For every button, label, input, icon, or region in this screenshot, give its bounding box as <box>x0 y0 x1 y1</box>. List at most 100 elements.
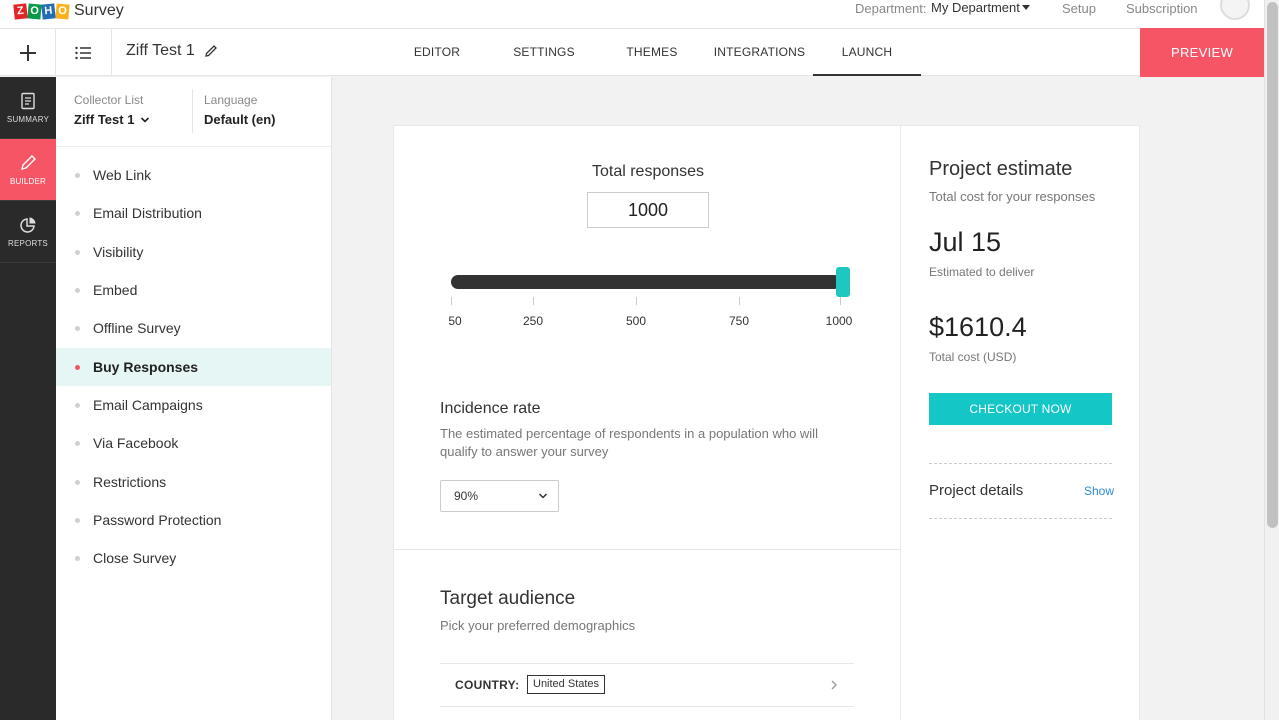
department-label: Department: <box>855 1 927 16</box>
rail-summary-label: SUMMARY <box>6 114 50 124</box>
collector-list-dropdown[interactable]: Ziff Test 1 <box>74 112 134 127</box>
collector-list-label: Collector List <box>74 93 144 107</box>
edit-title-pencil-icon[interactable] <box>204 44 218 58</box>
target-audience-title: Target audience <box>440 588 576 609</box>
side-item-label: Buy Responses <box>93 359 199 375</box>
rail-reports-label: REPORTS <box>8 238 48 248</box>
total-responses-input[interactable]: 1000 <box>587 192 709 228</box>
side-item-label: Via Facebook <box>93 435 179 451</box>
bullet-icon <box>75 479 80 485</box>
country-label: COUNTRY: <box>455 678 520 692</box>
side-item-label: Close Survey <box>93 550 177 566</box>
setup-link[interactable]: Setup <box>1062 1 1096 16</box>
survey-title: Ziff Test 1 <box>126 42 195 59</box>
product-name: Survey <box>74 2 124 19</box>
delivery-date-label: Estimated to deliver <box>929 265 1035 279</box>
side-item-via-facebook[interactable]: Via Facebook <box>56 424 331 462</box>
divider <box>929 518 1112 519</box>
rail-builder-label: BUILDER <box>9 176 47 186</box>
zoho-logo: Z O H O <box>13 2 70 20</box>
incidence-rate-select[interactable]: 90% <box>440 480 559 512</box>
side-item-label: Web Link <box>93 167 152 183</box>
language-label: Language <box>204 93 258 107</box>
side-item-label: Visibility <box>93 244 144 260</box>
logo-letter: H <box>41 2 56 20</box>
divider <box>394 549 900 550</box>
responses-slider-handle[interactable] <box>836 267 850 297</box>
divider <box>192 89 193 133</box>
buy-responses-card: Total responses 1000 50 250 500 750 1000… <box>393 125 901 720</box>
side-item-restrictions[interactable]: Restrictions <box>56 463 331 501</box>
department-dropdown[interactable]: My Department <box>931 0 1020 15</box>
bullet-icon <box>75 555 80 561</box>
survey-list-button[interactable] <box>56 29 112 76</box>
project-estimate-card: Project estimate Total cost for your res… <box>900 125 1140 720</box>
side-item-visibility[interactable]: Visibility <box>56 233 331 271</box>
list-icon <box>75 46 91 59</box>
slider-tick-label: 500 <box>625 314 647 328</box>
side-item-close-survey[interactable]: Close Survey <box>56 539 331 577</box>
new-survey-button[interactable] <box>0 29 56 76</box>
bullet-icon <box>75 172 80 178</box>
bullet-icon <box>75 517 80 523</box>
side-item-label: Password Protection <box>93 512 222 528</box>
country-row[interactable]: COUNTRY: United States <box>440 663 854 707</box>
side-item-label: Embed <box>93 282 138 298</box>
side-item-password-protection[interactable]: Password Protection <box>56 501 331 539</box>
top-bar: Z O H O Survey Department: My Department… <box>0 0 1279 28</box>
project-estimate-title: Project estimate <box>929 158 1073 180</box>
delivery-date: Jul 15 <box>929 227 1002 257</box>
caret-down-icon[interactable] <box>1022 5 1030 10</box>
side-item-email-distribution[interactable]: Email Distribution <box>56 194 331 232</box>
tab-editor[interactable]: EDITOR <box>399 29 475 76</box>
tab-integrations[interactable]: INTEGRATIONS <box>712 29 807 76</box>
tab-settings[interactable]: SETTINGS <box>505 29 583 76</box>
slider-tick-label: 250 <box>522 314 544 328</box>
chevron-down-icon[interactable] <box>140 115 150 125</box>
side-item-embed[interactable]: Embed <box>56 271 331 309</box>
chevron-down-icon <box>538 493 548 499</box>
responses-slider-track[interactable] <box>451 275 841 289</box>
rail-reports[interactable]: REPORTS <box>0 201 56 263</box>
bullet-icon <box>75 287 80 293</box>
bullet-icon <box>75 402 80 408</box>
rail-summary[interactable]: SUMMARY <box>0 77 56 139</box>
slider-tick-label: 1000 <box>825 314 853 328</box>
brand-logo[interactable]: Z O H O Survey <box>13 2 124 20</box>
project-details-label: Project details <box>929 482 1024 499</box>
rail-builder[interactable]: BUILDER <box>0 139 56 201</box>
tab-launch[interactable]: LAUNCH <box>813 29 921 76</box>
user-avatar[interactable] <box>1220 0 1250 20</box>
subscription-link[interactable]: Subscription <box>1126 1 1198 16</box>
page-scrollbar[interactable] <box>1264 0 1279 720</box>
slider-tick <box>636 297 637 305</box>
logo-letter: O <box>55 2 70 20</box>
project-estimate-subtitle: Total cost for your responses <box>929 189 1096 204</box>
pencil-icon <box>21 154 36 170</box>
slider-tick-label: 50 <box>448 314 462 328</box>
side-item-web-link[interactable]: Web Link <box>56 156 331 194</box>
target-audience-subtitle: Pick your preferred demographics <box>440 618 636 633</box>
tab-themes[interactable]: THEMES <box>614 29 690 76</box>
bullet-icon <box>75 364 80 370</box>
checkout-now-button[interactable]: CHECKOUT NOW <box>929 393 1112 425</box>
scrollbar-thumb[interactable] <box>1267 2 1278 528</box>
country-chip: United States <box>527 675 606 694</box>
side-item-buy-responses[interactable]: Buy Responses <box>56 348 331 386</box>
slider-tick <box>840 297 841 305</box>
total-cost-label: Total cost (USD) <box>929 350 1017 364</box>
side-item-label: Offline Survey <box>93 320 181 336</box>
bullet-icon <box>75 440 80 446</box>
logo-letter: Z <box>13 2 28 20</box>
language-value[interactable]: Default (en) <box>204 112 276 127</box>
preview-button[interactable]: PREVIEW <box>1140 28 1264 77</box>
plus-icon <box>19 44 36 61</box>
project-details-show-link[interactable]: Show <box>1084 484 1114 498</box>
side-item-offline-survey[interactable]: Offline Survey <box>56 309 331 347</box>
side-item-email-campaigns[interactable]: Email Campaigns <box>56 386 331 424</box>
side-item-label: Restrictions <box>93 474 167 490</box>
divider <box>56 146 331 147</box>
slider-tick-label: 750 <box>728 314 750 328</box>
total-responses-label: Total responses <box>591 163 705 180</box>
incidence-rate-title: Incidence rate <box>440 400 541 417</box>
